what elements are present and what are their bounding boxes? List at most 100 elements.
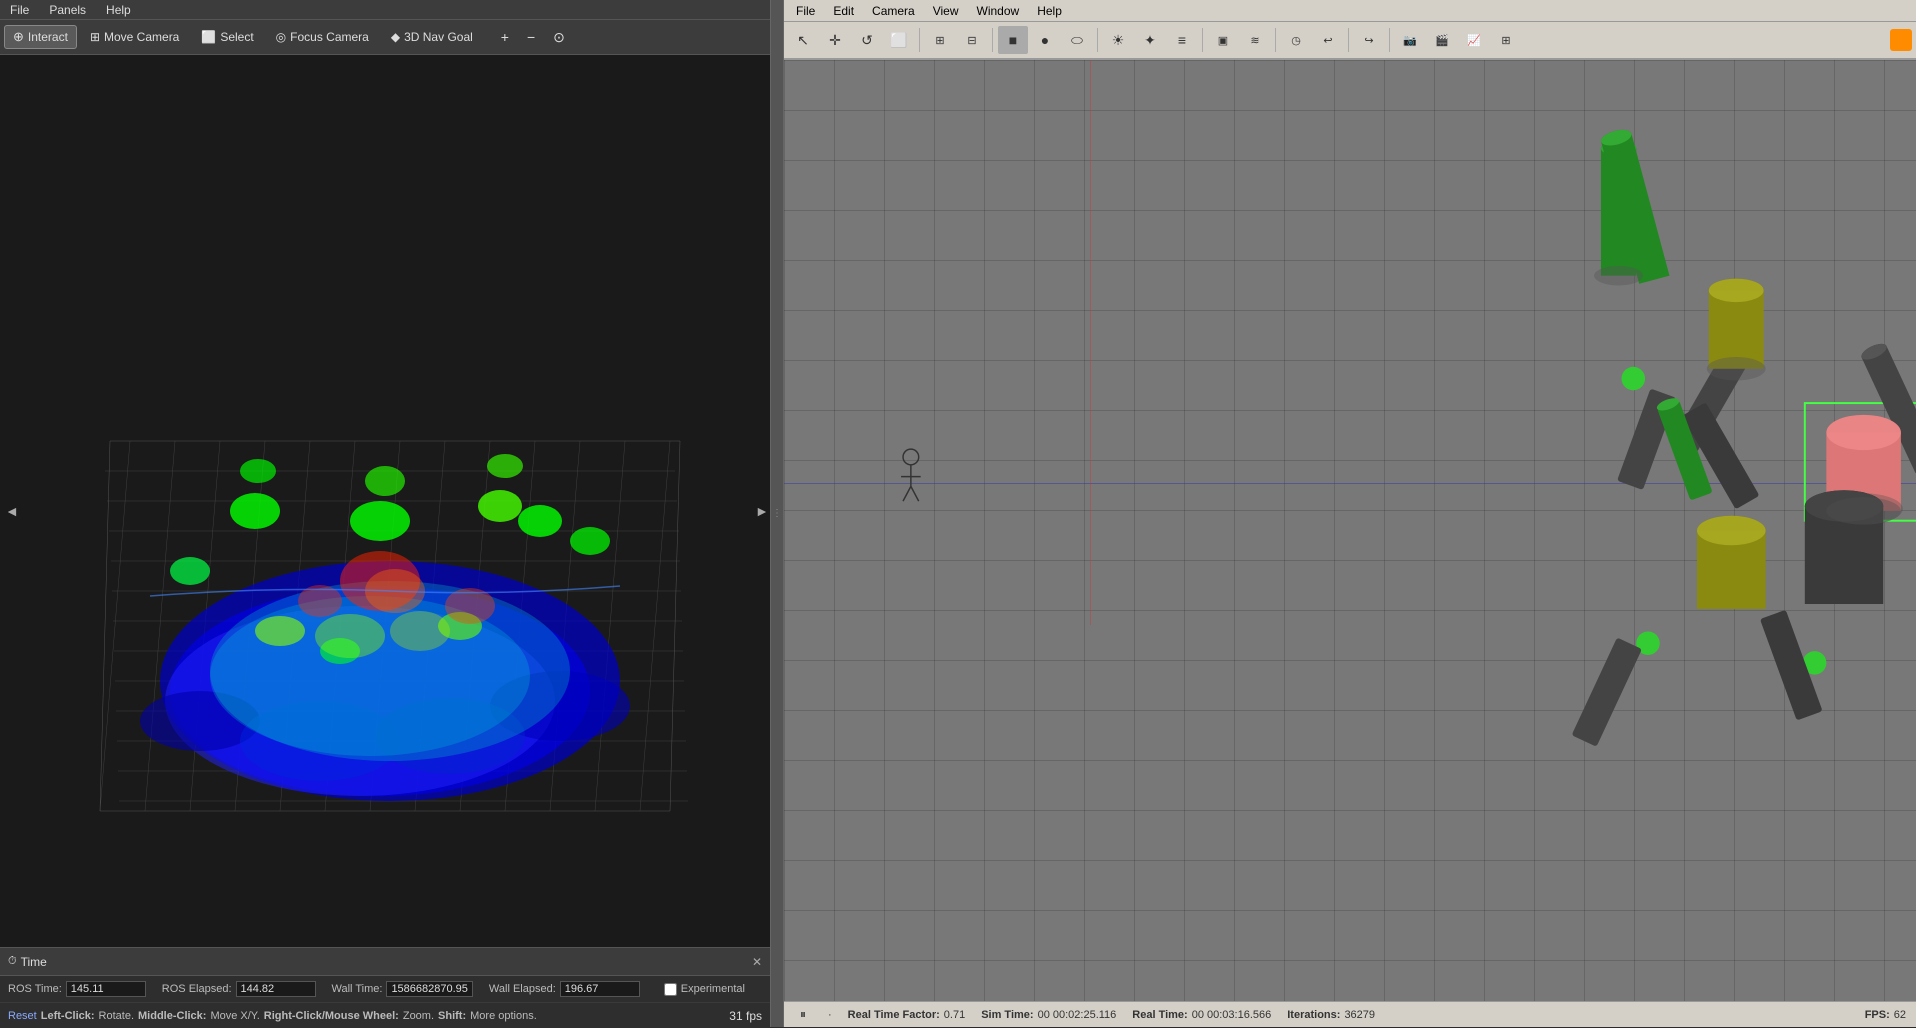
ros-elapsed-field: ROS Elapsed: 144.82 [162, 981, 316, 997]
gazebo-menubar: File Edit Camera View Window Help [784, 0, 1916, 22]
move-camera-label: Move Camera [104, 30, 179, 44]
gz-undo-tool[interactable]: ↩ [1313, 26, 1343, 54]
hint-shift-label: Shift: [438, 1010, 466, 1022]
cyl-dark-5 [1572, 637, 1642, 746]
wall-elapsed-label: Wall Elapsed: [489, 983, 556, 995]
toolbar-sep-4 [1202, 28, 1203, 52]
hint-shift-action: More options. [470, 1010, 537, 1022]
interact-button[interactable]: ⊕ Interact [4, 25, 77, 49]
gz-redo-tool[interactable]: ↪ [1354, 26, 1384, 54]
gz-dot: · [828, 1009, 832, 1021]
gz-fps-value: 62 [1894, 1009, 1906, 1021]
experimental-checkbox[interactable] [664, 983, 677, 996]
gz-sphere-tool[interactable]: ● [1030, 26, 1060, 54]
rviz-viewport[interactable]: ◄ ► [0, 55, 770, 947]
wall-time-label: Wall Time: [332, 983, 383, 995]
interact-label: Interact [28, 30, 68, 44]
gz-menu-help[interactable]: Help [1029, 2, 1070, 20]
sim-time-item: Sim Time: 00 00:02:25.116 [981, 1009, 1116, 1021]
ros-elapsed-value: 144.82 [236, 981, 316, 997]
gz-pause-button[interactable]: ⏸ [794, 1006, 812, 1024]
time-close[interactable]: ✕ [752, 955, 762, 969]
pointcloud-visualization: ◄ ► [0, 55, 770, 947]
gz-menu-file[interactable]: File [788, 2, 823, 20]
move-camera-button[interactable]: ⊞ Move Camera [81, 26, 188, 48]
gazebo-toolbar: ↖ ✛ ↺ ⬜ ⊞ ⊟ ■ ● ⬭ ☀ ✦ ≡ ▣ ≋ ◷ ↩ ↪ 📷 🎬 📈 … [784, 22, 1916, 60]
gz-select-tool[interactable]: ↖ [788, 26, 818, 54]
shadow-1 [1594, 266, 1643, 286]
select-label: Select [220, 30, 253, 44]
fps-item: FPS: 62 [1865, 1009, 1906, 1021]
ros-elapsed-label: ROS Elapsed: [162, 983, 232, 995]
focus-camera-icon: ◎ [276, 30, 286, 44]
zoom-reset-button[interactable]: ⊙ [546, 25, 572, 50]
menu-help[interactable]: Help [100, 1, 137, 19]
gz-light-tool[interactable]: ✦ [1135, 26, 1165, 54]
iterations-label: Iterations: [1287, 1009, 1340, 1021]
gz-snap-tool[interactable]: ⊟ [957, 26, 987, 54]
realtime-factor-label: Real Time Factor: [848, 1009, 940, 1021]
gz-menu-window[interactable]: Window [969, 2, 1028, 20]
wall-time-value: 1586682870.95 [386, 981, 472, 997]
gz-graph-tool[interactable]: 📈 [1459, 26, 1489, 54]
gz-menu-view[interactable]: View [925, 2, 967, 20]
gz-align-tool[interactable]: ⊞ [925, 26, 955, 54]
gz-model-tool[interactable]: ▣ [1208, 26, 1238, 54]
focus-camera-button[interactable]: ◎ Focus Camera [267, 26, 378, 48]
gz-fps-label: FPS: [1865, 1009, 1890, 1021]
hint-rightclick-action: Zoom. [403, 1010, 434, 1022]
nav3d-button[interactable]: ◆ 3D Nav Goal [382, 26, 482, 48]
gz-screenshot-tool[interactable]: 📷 [1395, 26, 1425, 54]
hint-leftclick-label: Left-Click: [41, 1010, 95, 1022]
gz-video-tool[interactable]: 🎬 [1427, 26, 1457, 54]
toolbar-sep-6 [1348, 28, 1349, 52]
gz-menu-camera[interactable]: Camera [864, 2, 923, 20]
real-time-item: Real Time: 00 00:03:16.566 [1132, 1009, 1271, 1021]
reset-button[interactable]: Reset [8, 1010, 37, 1022]
hint-rightclick-label: Right-Click/Mouse Wheel: [264, 1010, 399, 1022]
select-button[interactable]: ⬜ Select [192, 26, 262, 48]
toolbar-sep-3 [1097, 28, 1098, 52]
info-row: Reset Left-Click: Rotate. Middle-Click: … [0, 1002, 770, 1028]
right-expand-arrow: ► [755, 503, 769, 519]
sim-time-value: 00 00:02:25.116 [1038, 1009, 1117, 1021]
focus-camera-label: Focus Camera [290, 30, 369, 44]
gz-log-tool[interactable]: ⊞ [1491, 26, 1521, 54]
time-icon: ⏱ [8, 955, 17, 968]
gazebo-3d-viewport[interactable] [784, 60, 1916, 1001]
menu-panels[interactable]: Panels [43, 1, 92, 19]
panel-splitter[interactable]: ⋮ [770, 0, 784, 1027]
gz-record-tool[interactable]: ◷ [1281, 26, 1311, 54]
shadow-2 [1707, 357, 1766, 381]
experimental-field: Experimental [656, 983, 745, 996]
gz-grid-tool[interactable]: ≡ [1167, 26, 1197, 54]
toolbar-sep-5 [1275, 28, 1276, 52]
left-menubar: File Panels Help [0, 0, 770, 20]
gz-menu-edit[interactable]: Edit [825, 2, 862, 20]
ros-time-label: ROS Time: [8, 983, 62, 995]
gz-scale-tool[interactable]: ⬜ [884, 26, 914, 54]
iterations-value: 36279 [1344, 1009, 1375, 1021]
cyl-green-small-1 [1622, 367, 1646, 391]
gazebo-status-bar: ⏸ · Real Time Factor: 0.71 Sim Time: 00 … [784, 1001, 1916, 1027]
time-title: Time [21, 955, 47, 969]
gz-translate-tool[interactable]: ✛ [820, 26, 850, 54]
gz-joint-tool[interactable]: ≋ [1240, 26, 1270, 54]
gz-box-tool[interactable]: ■ [998, 26, 1028, 54]
left-toolbar: ⊕ Interact ⊞ Move Camera ⬜ Select ◎ Focu… [0, 20, 770, 55]
gz-sun-tool[interactable]: ☀ [1103, 26, 1133, 54]
toolbar-sep-7 [1389, 28, 1390, 52]
toolbar-sep-2 [992, 28, 993, 52]
menu-file[interactable]: File [4, 1, 35, 19]
gz-rotate-tool[interactable]: ↺ [852, 26, 882, 54]
zoom-in-button[interactable]: + [494, 25, 516, 49]
wall-elapsed-field: Wall Elapsed: 196.67 [489, 981, 640, 997]
time-bar: ⏱ Time ✕ [0, 948, 770, 976]
zoom-out-button[interactable]: − [520, 25, 542, 49]
hint-middleclick-action: Move X/Y. [210, 1010, 259, 1022]
gz-cylinder-tool[interactable]: ⬭ [1062, 26, 1092, 54]
ros-time-value: 145.11 [66, 981, 146, 997]
hint-middleclick-label: Middle-Click: [138, 1010, 206, 1022]
nav3d-label: 3D Nav Goal [404, 30, 473, 44]
status-row: ROS Time: 145.11 ROS Elapsed: 144.82 Wal… [0, 976, 770, 1002]
